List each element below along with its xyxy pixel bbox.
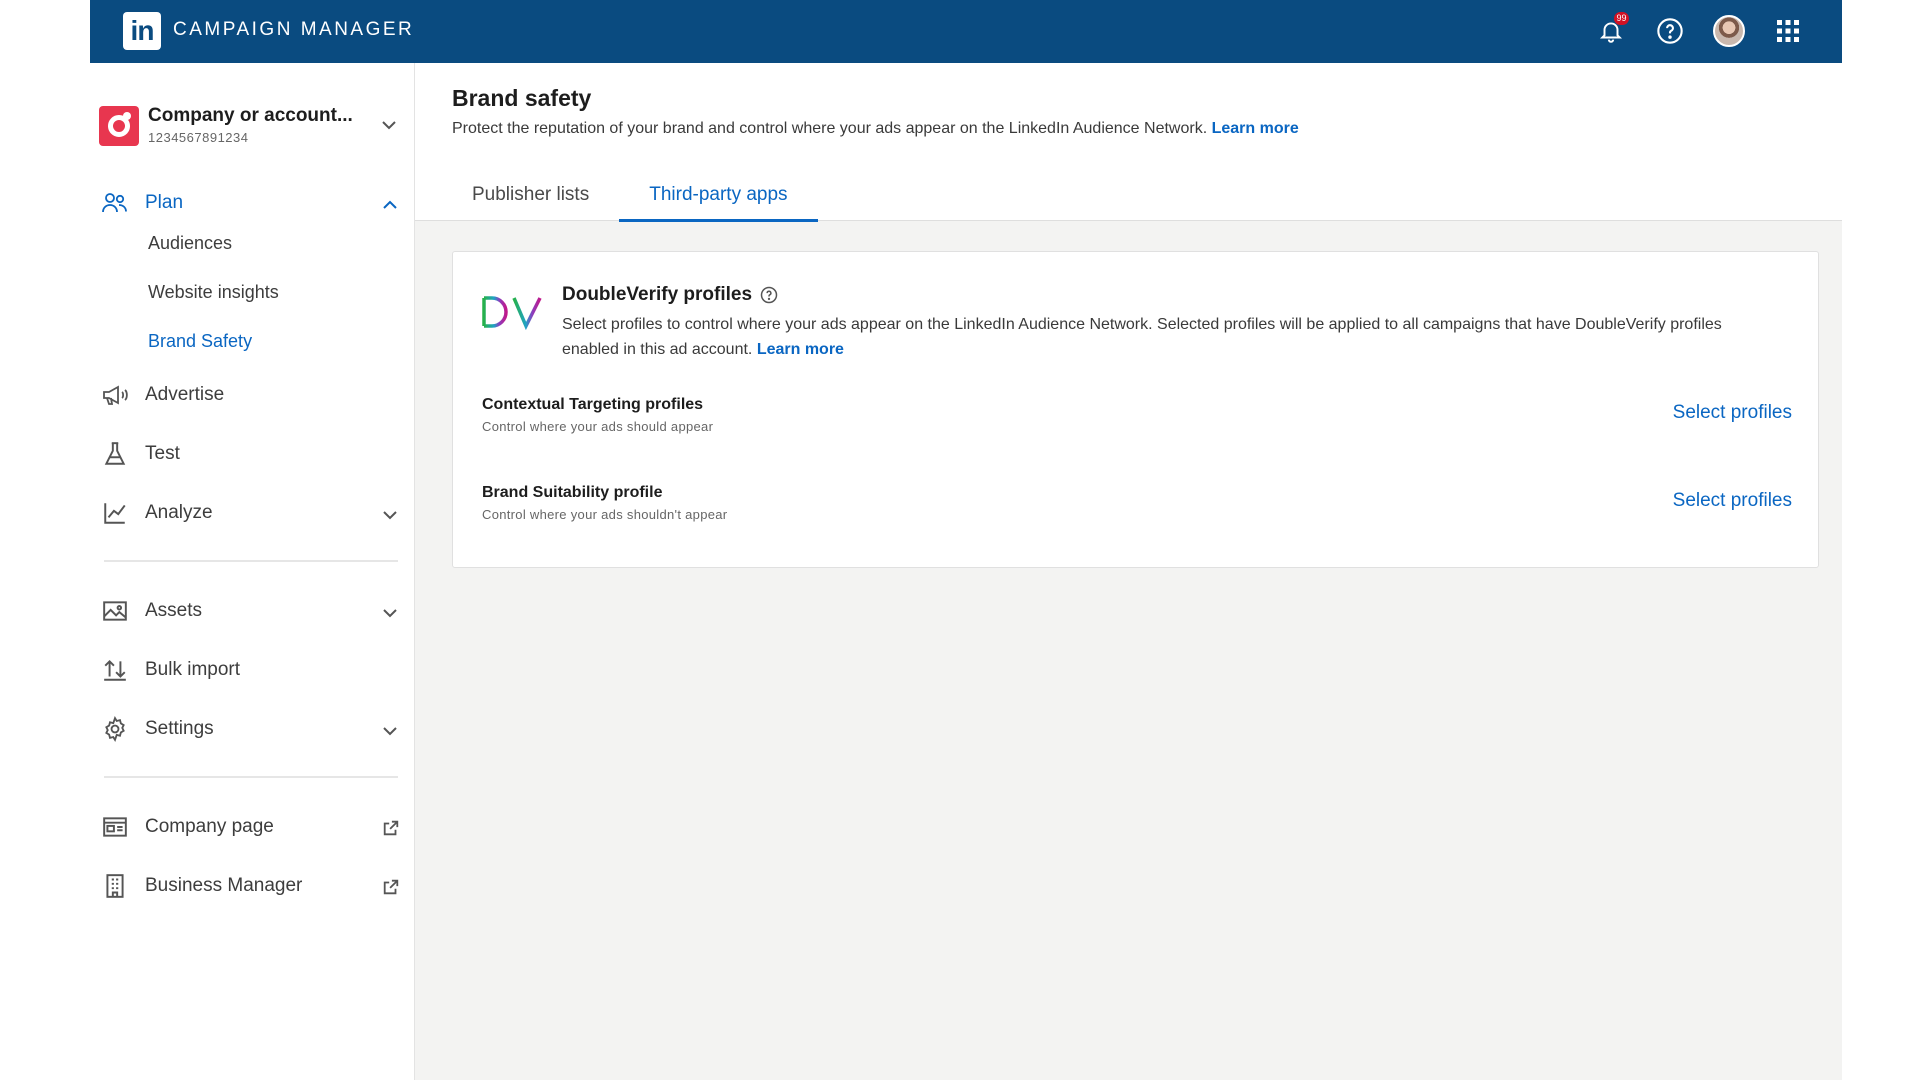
card-description-text: Select profiles to control where your ad…	[562, 316, 1722, 358]
megaphone-icon	[100, 380, 130, 410]
row-title: Brand Suitability profile	[482, 484, 663, 501]
tab-third-party-apps[interactable]: Third-party apps	[619, 169, 818, 222]
card-title-text: DoubleVerify profiles	[562, 284, 753, 305]
tab-publisher-lists[interactable]: Publisher lists	[452, 169, 619, 221]
sidebar-item-label: Bulk import	[145, 659, 241, 680]
top-bar: in CAMPAIGN MANAGER 99	[90, 0, 1842, 63]
profile-row-brand-suitability: Brand Suitability profile Control where …	[482, 484, 1792, 534]
card-description: Select profiles to control where your ad…	[562, 312, 1732, 362]
row-subtitle: Control where your ads shouldn't appear	[482, 507, 728, 522]
apps-grid-icon	[1777, 20, 1799, 42]
account-name: Company or account...	[148, 105, 353, 126]
sidebar-item-plan[interactable]: Plan	[100, 183, 400, 223]
line-chart-icon	[100, 498, 130, 528]
chevron-up-icon	[383, 200, 397, 209]
main-content: Brand safety Protect the reputation of y…	[415, 63, 1842, 1080]
sidebar-item-assets[interactable]: Assets	[100, 591, 400, 631]
page-title: Brand safety	[452, 85, 592, 111]
building-icon	[100, 871, 130, 901]
select-profiles-button[interactable]: Select profiles	[1673, 490, 1792, 512]
sidebar-item-label: Plan	[145, 192, 184, 213]
apps-button[interactable]	[1772, 15, 1804, 47]
gear-icon	[100, 714, 130, 744]
page-header: Brand safety Protect the reputation of y…	[415, 63, 1842, 222]
sidebar-item-company-page[interactable]: Company page	[100, 807, 400, 847]
sidebar-subitem-brand-safety[interactable]: Brand Safety	[148, 331, 252, 352]
help-icon[interactable]	[760, 286, 778, 304]
company-page-icon	[100, 812, 130, 842]
notifications-button[interactable]: 99	[1595, 12, 1629, 47]
row-subtitle: Control where your ads should appear	[482, 419, 714, 434]
profile-row-contextual: Contextual Targeting profiles Control wh…	[482, 396, 1792, 446]
account-switcher[interactable]: Company or account... 1234567891234	[99, 101, 399, 151]
help-button[interactable]	[1654, 15, 1686, 47]
sidebar-item-settings[interactable]: Settings	[100, 709, 400, 749]
sidebar-item-label: Settings	[145, 718, 214, 739]
doubleverify-logo	[482, 296, 542, 331]
sidebar-subitem-website-insights[interactable]: Website insights	[148, 282, 279, 303]
account-id: 1234567891234	[148, 130, 249, 145]
sidebar-item-label: Assets	[145, 600, 203, 621]
chevron-down-icon	[383, 609, 397, 618]
campaign-manager-app: in CAMPAIGN MANAGER 99 Company or accoun…	[90, 0, 1842, 1080]
sidebar-item-analyze[interactable]: Analyze	[100, 493, 400, 533]
sidebar-divider	[104, 560, 398, 562]
chevron-down-icon	[382, 121, 396, 130]
linkedin-logo[interactable]: in	[123, 12, 161, 50]
app-title: CAMPAIGN MANAGER	[173, 19, 415, 40]
sidebar-item-label: Test	[145, 443, 180, 464]
sidebar-subitem-audiences[interactable]: Audiences	[148, 233, 232, 254]
sidebar-item-label: Company page	[145, 816, 274, 837]
sidebar-divider	[104, 776, 398, 778]
top-bar-actions: 99	[1595, 10, 1804, 52]
sidebar-item-bulk-import[interactable]: Bulk import	[100, 650, 400, 690]
row-title: Contextual Targeting profiles	[482, 396, 704, 413]
chevron-down-icon	[383, 727, 397, 736]
chevron-down-icon	[383, 511, 397, 520]
notification-badge: 99	[1614, 12, 1629, 25]
help-icon	[1657, 18, 1683, 44]
sidebar-item-label: Advertise	[145, 384, 225, 405]
page-description: Protect the reputation of your brand and…	[452, 120, 1299, 138]
sidebar-item-test[interactable]: Test	[100, 434, 400, 474]
external-link-icon	[383, 820, 399, 836]
account-logo	[99, 106, 139, 146]
flask-icon	[100, 439, 130, 469]
profile-button[interactable]	[1713, 15, 1745, 47]
people-icon	[100, 188, 130, 218]
bulk-import-icon	[100, 655, 130, 685]
image-icon	[100, 596, 130, 626]
learn-more-link[interactable]: Learn more	[1212, 120, 1299, 137]
sidebar: Company or account... 1234567891234 Plan…	[90, 63, 415, 1080]
external-link-icon	[383, 879, 399, 895]
card-learn-more-link[interactable]: Learn more	[757, 341, 844, 358]
sidebar-item-advertise[interactable]: Advertise	[100, 375, 400, 415]
sidebar-item-label: Analyze	[145, 502, 213, 523]
tab-bar: Publisher lists Third-party apps	[452, 169, 818, 222]
select-profiles-button[interactable]: Select profiles	[1673, 402, 1792, 424]
sidebar-item-business-manager[interactable]: Business Manager	[100, 866, 400, 906]
sidebar-item-label: Business Manager	[145, 875, 303, 896]
page-description-text: Protect the reputation of your brand and…	[452, 120, 1208, 137]
avatar	[1713, 15, 1745, 47]
card-title: DoubleVerify profiles	[562, 284, 778, 306]
doubleverify-card: DoubleVerify profiles Select profiles to…	[452, 251, 1819, 568]
